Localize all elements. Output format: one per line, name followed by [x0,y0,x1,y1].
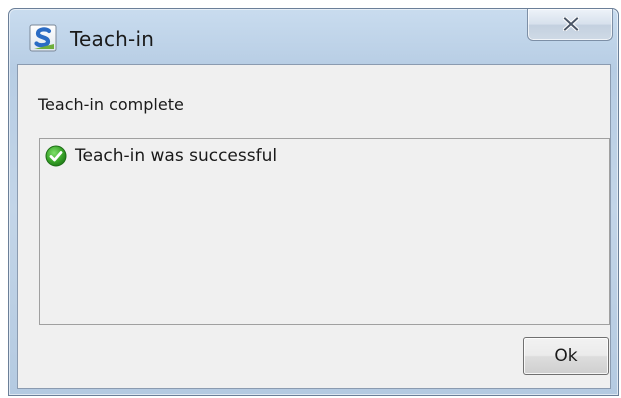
status-heading: Teach-in complete [38,95,184,114]
dialog-window: Teach-in Teach-in complete Teach-in was … [8,8,619,396]
result-message: Teach-in was successful [75,146,278,166]
ok-button[interactable]: Ok [523,337,609,375]
dialog-body: Teach-in complete Teach-in was successfu… [17,64,611,389]
window-title: Teach-in [70,27,155,51]
title-bar[interactable]: Teach-in [9,9,618,63]
close-button[interactable] [527,9,613,41]
close-icon [563,17,579,31]
result-list-box: Teach-in was successful [39,138,610,325]
success-check-icon [45,145,67,167]
app-s-logo-icon [28,23,58,53]
